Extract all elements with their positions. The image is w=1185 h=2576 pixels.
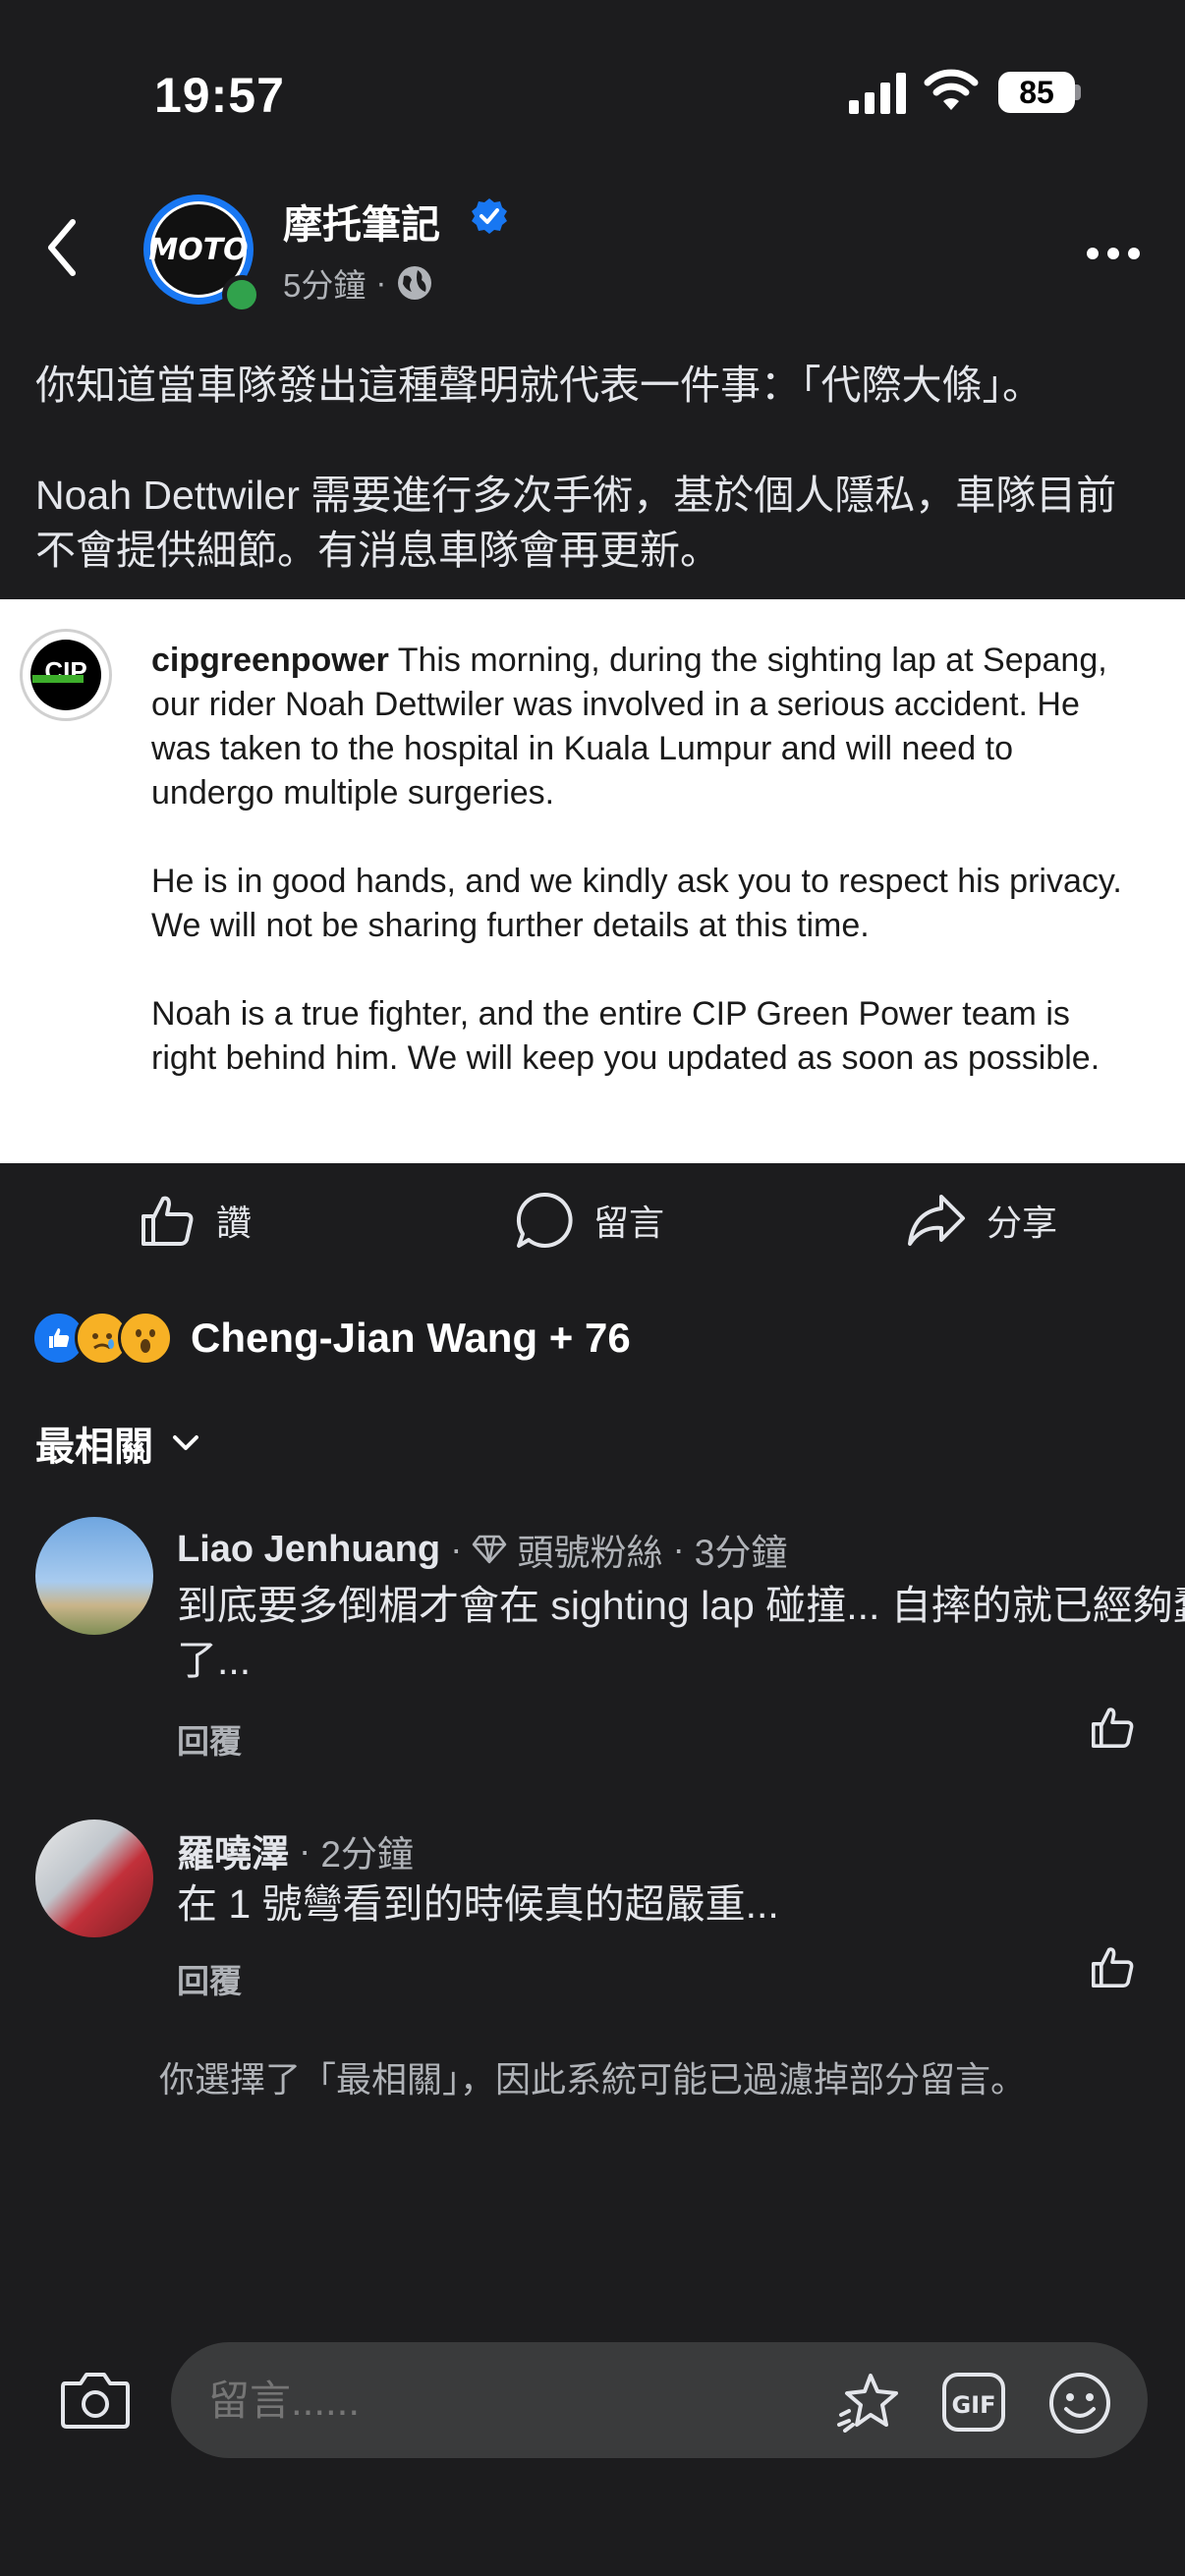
comment-icon xyxy=(516,1192,573,1248)
like-icon xyxy=(141,1196,194,1246)
camera-icon[interactable] xyxy=(59,2370,132,2431)
online-status-dot xyxy=(222,275,261,314)
meta-separator: · xyxy=(299,1829,311,1871)
comment-text: 在 1 號彎看到的時候真的超嚴重... xyxy=(177,1881,779,1927)
comment-like-icon[interactable] xyxy=(1089,1943,1136,1990)
reply-button[interactable]: 回覆 xyxy=(177,1715,242,1763)
commenter-avatar[interactable] xyxy=(35,1517,153,1635)
cip-logo: CIP xyxy=(20,629,112,721)
status-time: 19:57 xyxy=(154,68,285,123)
statement-paragraph: cipgreenpower This morning, during the s… xyxy=(151,639,1134,815)
like-button[interactable]: 讚 xyxy=(138,1191,252,1250)
globe-icon xyxy=(398,266,432,300)
comment-sort-dropdown[interactable]: 最相關 xyxy=(35,1415,200,1472)
like-label: 讚 xyxy=(216,1203,253,1243)
comment-composer[interactable]: GIF xyxy=(171,2342,1148,2460)
meta-separator: · xyxy=(672,1529,685,1569)
sticker-icon[interactable] xyxy=(833,2372,904,2433)
comment-text: 到底要多倒楣才會在 sighting lap 碰撞... 自摔的就已經夠蠢了..… xyxy=(177,1583,1185,1683)
share-button[interactable]: 分享 xyxy=(906,1191,1057,1250)
statement-paragraph: He is in good hands, and we kindly ask y… xyxy=(151,863,1122,944)
reply-button[interactable]: 回覆 xyxy=(177,1955,242,2002)
share-label: 分享 xyxy=(987,1203,1058,1243)
wow-reaction-icon xyxy=(118,1311,173,1366)
comment-label: 留言 xyxy=(593,1203,665,1243)
post-time: 5分鐘 xyxy=(283,267,367,304)
more-icon[interactable] xyxy=(1085,244,1142,263)
page-name[interactable]: 摩托筆記 xyxy=(283,193,440,250)
reactions-count: Cheng-Jian Wang + 76 xyxy=(191,1315,631,1361)
post-paragraph: Noah Dettwiler 需要進行多次手術，基於個人隱私，車隊目前不會提供細… xyxy=(35,473,1117,573)
comment-time: 3分鐘 xyxy=(694,1533,788,1573)
statement-account: cipgreenpower xyxy=(151,642,389,679)
meta-separator: · xyxy=(375,264,387,301)
signal-icon xyxy=(849,73,906,114)
battery-indicator: 85 xyxy=(998,72,1075,113)
filter-note: 你選擇了「最相關」，因此系統可能已過濾掉部分留言。 xyxy=(158,2059,1026,2100)
comment-input[interactable] xyxy=(206,2342,800,2460)
post-paragraph: 你知道當車隊發出這種聲明就代表一件事：「代際大條」。 xyxy=(35,363,1043,408)
diamond-icon xyxy=(473,1535,507,1564)
statement-text: cipgreenpower This morning, during the s… xyxy=(151,639,1134,1125)
reactions-summary[interactable]: Cheng-Jian Wang + 76 xyxy=(31,1311,631,1366)
emoji-icon[interactable] xyxy=(1047,2372,1112,2435)
statement-paragraph: Noah is a true fighter, and the entire C… xyxy=(151,995,1100,1077)
svg-text:GIF: GIF xyxy=(951,2391,995,2419)
post-meta: 5分鐘 · xyxy=(283,259,433,307)
post-image[interactable]: CIP cipgreenpower This morning, during t… xyxy=(0,599,1185,1163)
top-fan-badge: 頭號粉絲 xyxy=(517,1533,663,1573)
meta-separator: · xyxy=(450,1529,463,1569)
share-icon xyxy=(908,1195,965,1246)
verified-icon xyxy=(472,198,507,234)
post-text: 你知道當車隊發出這種聲明就代表一件事：「代際大條」。 Noah Dettwile… xyxy=(35,358,1156,578)
chevron-down-icon xyxy=(173,1435,198,1450)
commenter-name[interactable]: Liao Jenhuang xyxy=(177,1529,440,1571)
wifi-icon xyxy=(924,69,979,110)
gif-icon[interactable]: GIF xyxy=(941,2372,1006,2433)
battery-tip xyxy=(1075,84,1081,100)
comment-like-icon[interactable] xyxy=(1089,1704,1136,1751)
commenter-avatar[interactable] xyxy=(35,1820,153,1937)
back-icon[interactable] xyxy=(45,218,79,277)
sort-label: 最相關 xyxy=(35,1426,153,1469)
comment-time: 2分鐘 xyxy=(320,1833,414,1875)
commenter-name[interactable]: 羅嘵澤 xyxy=(177,1823,289,1877)
comment-button[interactable]: 留言 xyxy=(515,1191,664,1250)
cip-logo-band xyxy=(32,675,84,683)
comment-header: 羅嘵澤 · 2分鐘 xyxy=(177,1823,414,1877)
comment-header: Liao Jenhuang · 頭號粉絲 · 3分鐘 xyxy=(177,1523,787,1576)
